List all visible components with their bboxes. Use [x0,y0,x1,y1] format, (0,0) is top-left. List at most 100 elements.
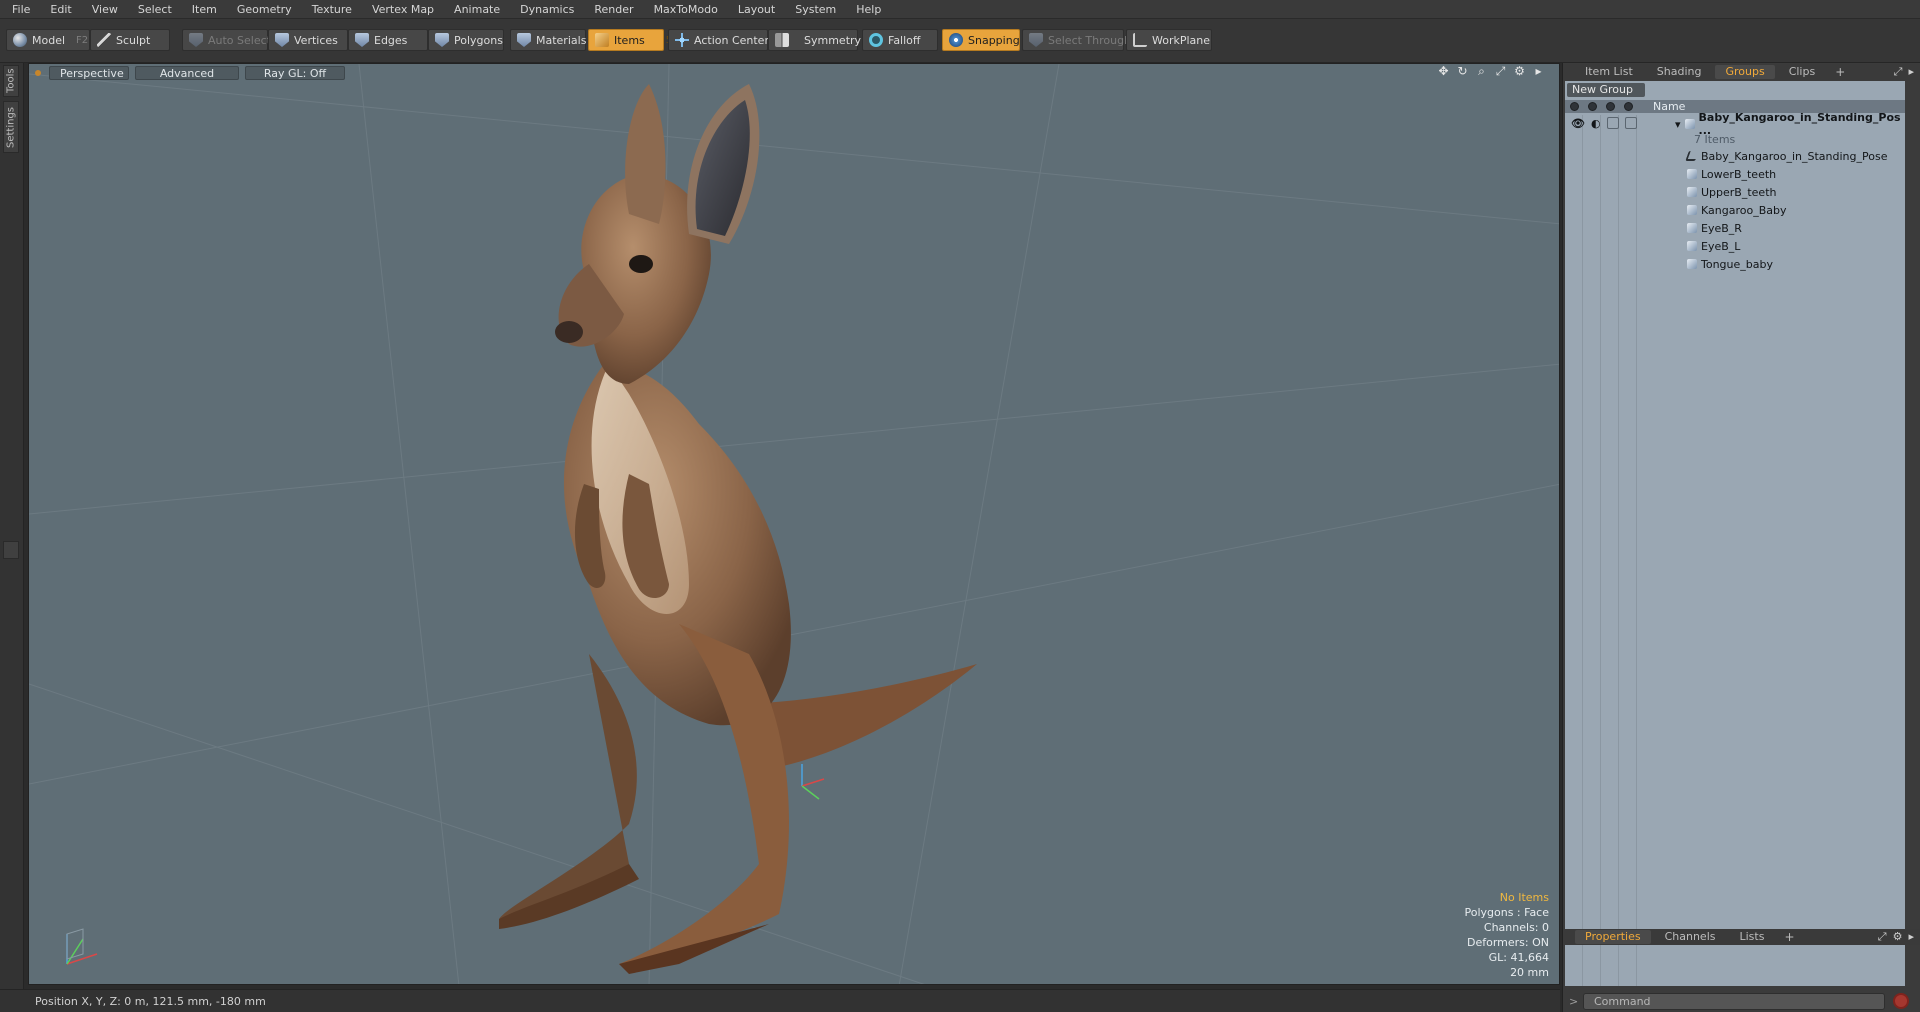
auto-select-label: Auto Select [208,33,271,47]
gear-icon[interactable]: ⚙ [1513,65,1526,78]
shading-mode-button[interactable]: Advanced [135,65,239,80]
select-checkbox[interactable] [1624,117,1637,129]
properties-tools: ⤢ ⚙ ▸ [1878,930,1914,944]
name-column-header[interactable]: Name [1653,100,1685,113]
menu-help[interactable]: Help [846,0,891,19]
menu-item[interactable]: Item [182,0,227,19]
raygl-toggle[interactable]: Ray GL: Off [245,65,345,80]
tab-properties[interactable]: Properties [1575,930,1651,944]
tab-lists[interactable]: Lists [1730,930,1775,944]
model-mode-button[interactable]: Model F2 [6,29,90,51]
info-items: No Items [1499,891,1549,904]
list-item[interactable]: Baby_Kangaroo_in_Standing_Pose [1565,147,1905,165]
mesh-icon [1687,241,1697,251]
command-input[interactable]: Command [1583,992,1885,1010]
symmetry-label: Symmetry [804,33,862,47]
info-gl: GL: 41,664 [1488,951,1549,964]
arrow-right-icon[interactable]: ▸ [1908,930,1914,944]
list-item[interactable]: EyeB_L [1565,237,1905,255]
info-channels: Channels: 0 [1483,921,1549,934]
command-bar: > Command [1563,990,1920,1012]
rotate-icon[interactable]: ↻ [1456,65,1469,78]
materials-button[interactable]: Materials [510,29,586,51]
tab-groups[interactable]: Groups [1715,65,1775,79]
viewport-menu-icon[interactable] [35,69,41,76]
group-row-root[interactable]: 👁 ◐ ▾ Baby_Kangaroo_in_Standing_Pos ... [1565,111,1905,137]
shield-icon [189,33,203,47]
eye-icon[interactable]: 👁 [1571,117,1585,130]
lock-icon[interactable] [1601,100,1619,113]
menu-render[interactable]: Render [584,0,643,19]
panel-tools: ⤢ ▸ [1894,65,1914,79]
tab-settings[interactable]: Settings [3,101,19,153]
action-center-button[interactable]: Action Center [668,29,769,51]
maximize-icon[interactable]: ⤢ [1878,930,1887,944]
tab-item-list[interactable]: Item List [1575,65,1643,79]
list-item[interactable]: EyeB_R [1565,219,1905,237]
panel-collapse-handle[interactable] [3,541,19,559]
new-group-button[interactable]: New Group [1567,83,1645,97]
menu-system[interactable]: System [785,0,846,19]
eye-icon[interactable] [1565,100,1583,113]
tab-clips[interactable]: Clips [1779,65,1826,79]
menu-dynamics[interactable]: Dynamics [510,0,584,19]
menu-view[interactable]: View [82,0,128,19]
tab-channels[interactable]: Channels [1655,930,1726,944]
info-deformers: Deformers: ON [1467,936,1549,949]
menu-geometry[interactable]: Geometry [227,0,302,19]
add-tab-icon[interactable]: + [1778,930,1800,944]
menu-vertex-map[interactable]: Vertex Map [362,0,444,19]
menu-file[interactable]: File [0,0,40,19]
pan-icon[interactable]: ✥ [1437,65,1450,78]
falloff-button[interactable]: Falloff [862,29,938,51]
select-icon[interactable] [1619,100,1637,113]
sculpt-mode-button[interactable]: Sculpt [90,29,170,51]
item-name: LowerB_teeth [1701,167,1777,181]
tab-shading[interactable]: Shading [1647,65,1712,79]
item-name: EyeB_L [1701,239,1741,253]
polygons-button[interactable]: Polygons [428,29,504,51]
arrow-right-icon[interactable]: ▸ [1532,65,1545,78]
arrow-right-icon[interactable]: ▸ [1908,65,1914,79]
vertices-label: Vertices [294,33,338,47]
view-type-button[interactable]: Perspective [49,65,129,80]
viewport-header: Perspective Advanced Ray GL: Off [29,64,1559,81]
list-item[interactable]: Tongue_baby [1565,255,1905,273]
edges-button[interactable]: Edges 2 [348,29,437,51]
symmetry-button[interactable]: Symmetry [768,29,862,51]
gear-icon[interactable]: ⚙ [1893,930,1903,944]
menu-texture[interactable]: Texture [302,0,362,19]
zoom-icon[interactable]: ⌕ [1475,65,1488,78]
workplane-button[interactable]: WorkPlane [1126,29,1212,51]
transform-gizmo[interactable] [801,764,825,800]
locator-icon [1685,151,1699,161]
lock-checkbox[interactable] [1606,117,1619,129]
info-polygons: Polygons : Face [1464,906,1549,919]
model-key: F2 [76,34,89,46]
command-history-icon[interactable] [1893,993,1909,1009]
render-icon[interactable] [1583,100,1601,113]
3d-viewport[interactable]: Perspective Advanced Ray GL: Off ✥ ↻ ⌕ ⤢… [28,63,1560,985]
snapping-button[interactable]: Snapping [942,29,1020,51]
items-button[interactable]: Items 5 [588,29,672,51]
tab-tools[interactable]: Tools [3,65,19,97]
select-through-button[interactable]: Select Through [1022,29,1131,51]
auto-select-button[interactable]: Auto Select [182,29,271,51]
menu-maxtomodo[interactable]: MaxToModo [644,0,728,19]
vertices-button[interactable]: Vertices 1 [268,29,355,51]
menu-animate[interactable]: Animate [444,0,510,19]
list-item[interactable]: Kangaroo_Baby [1565,201,1905,219]
add-tab-icon[interactable]: + [1829,65,1851,79]
polygons-label: Polygons [454,33,503,47]
maximize-icon[interactable]: ⤢ [1894,65,1903,79]
maximize-icon[interactable]: ⤢ [1494,65,1507,78]
menu-edit[interactable]: Edit [40,0,81,19]
collapse-icon[interactable]: ▾ [1675,118,1681,131]
menu-layout[interactable]: Layout [728,0,785,19]
list-item[interactable]: LowerB_teeth [1565,165,1905,183]
render-icon[interactable]: ◐ [1591,117,1601,130]
sphere-icon [13,33,27,47]
mesh-icon [1687,187,1697,197]
menu-select[interactable]: Select [128,0,182,19]
list-item[interactable]: UpperB_teeth [1565,183,1905,201]
